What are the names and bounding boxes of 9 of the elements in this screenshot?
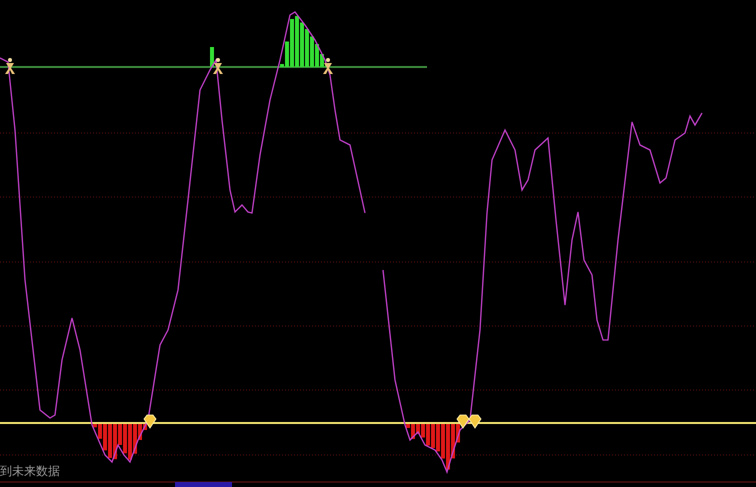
figure-icon [213,58,223,74]
figure-icon [5,58,15,74]
diamond-icon [468,414,482,429]
diamond-icon [456,414,470,429]
figure-icon [323,58,333,74]
diamond-icon [144,414,156,429]
histogram-bar [210,47,214,67]
notice-text: 到未来数据 [0,463,60,480]
highlight-block [175,482,232,487]
